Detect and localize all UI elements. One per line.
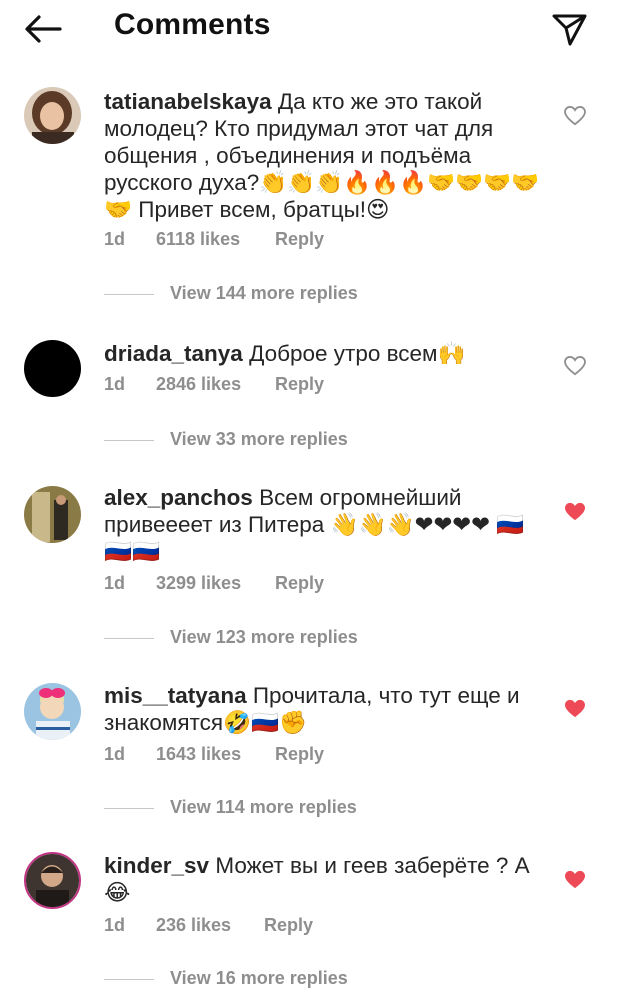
- comment-time: 1d: [104, 573, 126, 593]
- comment-likes[interactable]: 1643 likes: [156, 744, 241, 765]
- paper-plane-icon: [552, 14, 587, 46]
- heart-outline-icon: [564, 355, 586, 376]
- comment-likes[interactable]: 3299 likes: [156, 573, 241, 594]
- like-button[interactable]: [564, 870, 586, 890]
- comment-time: 1d: [104, 915, 126, 935]
- reply-button[interactable]: Reply: [275, 573, 324, 594]
- divider-line: [104, 979, 154, 980]
- comment-text: tatianabelskaya Да кто же это такой моло…: [104, 88, 544, 223]
- comment-text: driada_tanya Доброе утро всем🙌: [104, 340, 544, 367]
- comment-likes[interactable]: 6118 likes: [156, 229, 240, 250]
- like-button[interactable]: [564, 105, 586, 126]
- divider-line: [104, 638, 154, 639]
- comment-text: mis__tatyana Прочитала, что тут еще и зн…: [104, 682, 544, 736]
- comment-text: alex_panchos Всем огромнейший привеееет …: [104, 484, 544, 565]
- reply-button[interactable]: Reply: [275, 374, 324, 395]
- view-replies-button[interactable]: View 123 more replies: [104, 627, 404, 649]
- avatar[interactable]: [24, 486, 81, 543]
- comment-username[interactable]: kinder_sv: [104, 853, 209, 878]
- reply-button[interactable]: Reply: [275, 229, 324, 250]
- comments-header: Comments: [0, 0, 620, 56]
- reply-button[interactable]: Reply: [275, 744, 324, 765]
- heart-outline-icon: [564, 105, 586, 126]
- comment-time: 1d: [104, 374, 126, 394]
- heart-filled-icon: [565, 699, 585, 718]
- avatar[interactable]: [24, 87, 81, 144]
- arrow-left-icon: [25, 15, 62, 43]
- avatar[interactable]: [24, 340, 81, 397]
- like-button[interactable]: [564, 355, 586, 376]
- avatar[interactable]: [24, 852, 81, 909]
- comment-body: Доброе утро всем🙌: [249, 341, 466, 366]
- view-replies-button[interactable]: View 114 more replies: [104, 797, 404, 819]
- comment-time: 1d: [104, 744, 126, 764]
- direct-message-button[interactable]: [549, 9, 589, 49]
- view-replies-button[interactable]: View 16 more replies: [104, 968, 404, 990]
- like-button[interactable]: [564, 699, 586, 719]
- comment-likes[interactable]: 236 likes: [156, 915, 231, 936]
- reply-button[interactable]: Reply: [264, 915, 313, 936]
- comment-username[interactable]: alex_panchos: [104, 485, 253, 510]
- heart-filled-icon: [565, 502, 585, 521]
- back-button[interactable]: [22, 12, 64, 46]
- divider-line: [104, 440, 154, 441]
- comment-likes[interactable]: 2846 likes: [156, 374, 241, 395]
- comment-username[interactable]: driada_tanya: [104, 341, 243, 366]
- comment-time: 1d: [104, 229, 126, 249]
- avatar[interactable]: [24, 683, 81, 740]
- view-replies-button[interactable]: View 144 more replies: [104, 283, 404, 305]
- divider-line: [104, 294, 154, 295]
- comment-username[interactable]: tatianabelskaya: [104, 89, 272, 114]
- like-button[interactable]: [564, 502, 586, 522]
- comment-text: kinder_sv Может вы и геев заберёте ? А 😂: [104, 852, 544, 906]
- page-title: Comments: [114, 8, 271, 41]
- view-replies-button[interactable]: View 33 more replies: [104, 429, 404, 451]
- comment-username[interactable]: mis__tatyana: [104, 683, 247, 708]
- heart-filled-icon: [565, 870, 585, 889]
- divider-line: [104, 808, 154, 809]
